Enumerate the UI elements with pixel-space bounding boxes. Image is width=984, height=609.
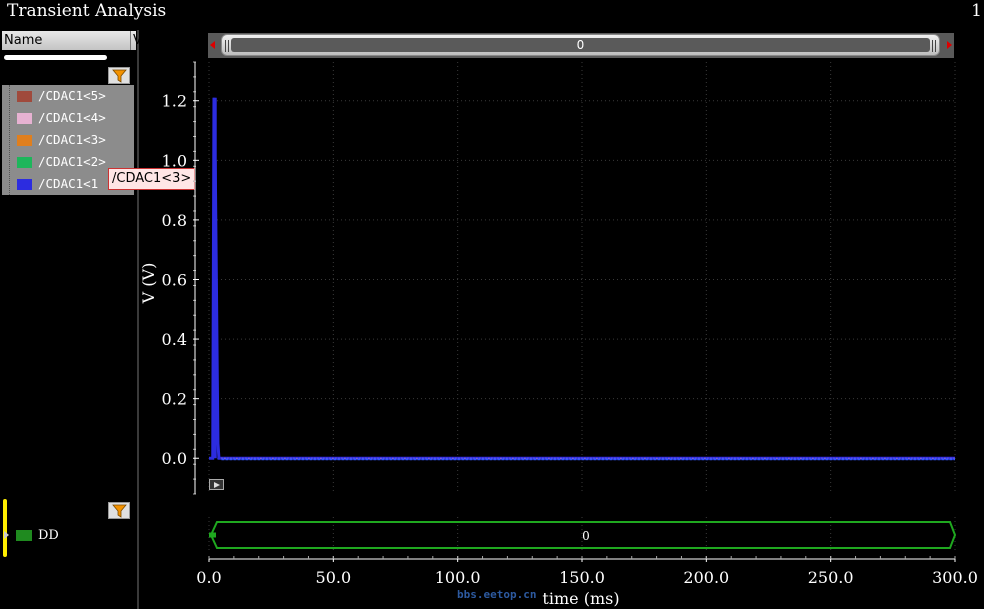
x-tick-label: 0.0 <box>196 568 221 587</box>
x-axis-label: time (ms) <box>542 589 619 608</box>
y-tick-label: 1.2 <box>162 92 187 111</box>
x-tick-label: 200.0 <box>683 568 729 587</box>
x-tick-label: 50.0 <box>316 568 352 587</box>
watermark: bbs.eetop.cn <box>457 588 537 601</box>
play-button[interactable] <box>209 479 224 490</box>
waveform-plot[interactable]: 0.0 50.0 100.0 150.0 200.0 250.0 300.0 0.0 0.2 0.… <box>0 0 984 609</box>
bus-value: 0 <box>582 529 590 543</box>
x-tick-label: 150.0 <box>559 568 605 587</box>
y-tick-label: 1.0 <box>162 151 187 170</box>
y-tick-label: 0.8 <box>162 211 187 230</box>
y-tick-label: 0.0 <box>162 449 187 468</box>
x-tick-label: 250.0 <box>808 568 854 587</box>
y-axis-label: V (V) <box>139 263 158 305</box>
y-tick-label: 0.2 <box>162 390 187 409</box>
y-tick-label: 0.6 <box>162 270 187 289</box>
x-tick-label: 100.0 <box>435 568 481 587</box>
series-spike <box>212 97 217 459</box>
y-tick-label: 0.4 <box>162 330 187 349</box>
x-tick-label: 300.0 <box>932 568 978 587</box>
